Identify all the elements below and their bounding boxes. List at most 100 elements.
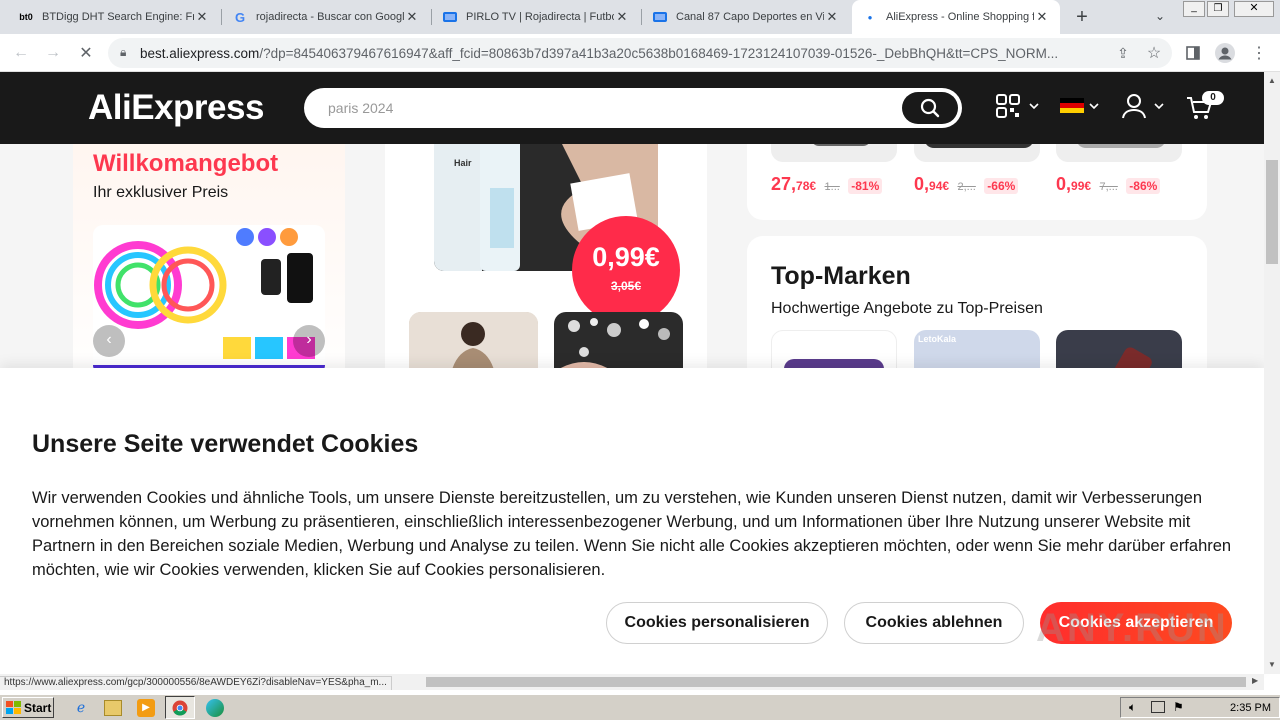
tab-btdigg[interactable]: bt0 BTDigg DHT Search Engine: Fre ✕: [8, 0, 220, 34]
deal-product-image[interactable]: [771, 144, 897, 162]
tab-search-chevron-down-icon[interactable]: ⌄: [1152, 9, 1168, 25]
aliexpress-logo[interactable]: AliExpress: [88, 88, 264, 128]
scroll-down-arrow-icon[interactable]: ▼: [1268, 660, 1276, 669]
chrome-icon: [172, 700, 188, 716]
tab-pirlo[interactable]: PIRLO TV | Rojadirecta | Futbo ✕: [432, 0, 640, 34]
share-icon[interactable]: ⇪: [1112, 42, 1134, 64]
cookie-title: Unsere Seite verwendet Cookies: [32, 430, 419, 458]
discount-badge: -66%: [984, 178, 1019, 194]
germany-flag-icon[interactable]: [1060, 98, 1100, 121]
tab-title: BTDigg DHT Search Engine: Fre: [42, 11, 194, 23]
address-bar[interactable]: 🔒︎ best.aliexpress.com/?dp=8454063794676…: [108, 38, 1172, 68]
tab-google[interactable]: G rojadirecta - Buscar con Googl ✕: [222, 0, 430, 34]
carousel-next-arrow-icon[interactable]: ›: [293, 325, 325, 357]
tab-title: rojadirecta - Buscar con Googl: [256, 11, 404, 23]
welcome-subtitle: Ihr exklusiver Preis: [93, 184, 229, 201]
lock-icon: 🔒︎: [120, 45, 127, 59]
cookie-consent-banner: Unsere Seite verwendet Cookies Wir verwe…: [0, 368, 1264, 674]
file-explorer-icon[interactable]: [104, 700, 122, 716]
google-favicon-icon: G: [234, 9, 246, 25]
brand-label: LetoKala: [918, 334, 957, 344]
internet-explorer-icon[interactable]: ℯ: [72, 699, 90, 717]
cookie-text: Wir verwenden Cookies und ähnliche Tools…: [32, 489, 1232, 579]
scrollbar-thumb[interactable]: [1266, 160, 1278, 264]
brand-product-image[interactable]: [1056, 330, 1182, 368]
search-input[interactable]: paris 2024: [304, 88, 962, 128]
close-tab-icon[interactable]: ✕: [404, 9, 420, 25]
aliexpress-header: AliExpress paris 2024 0: [0, 72, 1264, 144]
search-button[interactable]: [902, 92, 958, 124]
nail-decor-product-thumbnail[interactable]: [554, 312, 683, 368]
side-panel-icon[interactable]: [1182, 42, 1204, 64]
qr-code-icon[interactable]: [996, 94, 1040, 125]
close-tab-icon[interactable]: ✕: [614, 9, 630, 25]
deal-item[interactable]: 0,94€ 2,... -66%: [914, 174, 1019, 195]
welcome-title: Willkomangebot: [93, 150, 279, 177]
deal-price-decimals: 78€: [796, 179, 817, 193]
loading-favicon-icon: ●: [867, 12, 873, 22]
close-tab-icon[interactable]: ✕: [194, 9, 210, 25]
back-arrow-icon[interactable]: ←: [10, 42, 32, 64]
tab-title: Canal 87 Capo Deportes en Vi: [676, 11, 824, 23]
close-tab-icon[interactable]: ✕: [824, 9, 840, 25]
action-center-flag-icon[interactable]: ⚑: [1173, 700, 1184, 714]
edge-icon[interactable]: [206, 699, 224, 717]
deal-item[interactable]: 0,99€ 7,... -86%: [1056, 174, 1161, 195]
new-tab-button[interactable]: +: [1072, 7, 1092, 27]
brand-product-image[interactable]: LetoKala: [914, 330, 1040, 368]
deal-price-main: 0,: [914, 174, 930, 194]
carousel-prev-arrow-icon[interactable]: ‹: [93, 325, 125, 357]
tab-canal87[interactable]: Canal 87 Capo Deportes en Vi ✕: [642, 0, 850, 34]
chrome-taskbar-button[interactable]: [165, 696, 195, 719]
start-button[interactable]: Start: [2, 697, 54, 718]
h-scrollbar-thumb[interactable]: [426, 677, 1246, 687]
network-icon[interactable]: [1151, 701, 1165, 713]
scroll-right-arrow-icon[interactable]: ▶: [1252, 676, 1258, 685]
bookmark-star-icon[interactable]: ☆: [1143, 42, 1165, 64]
cookies-decline-button[interactable]: Cookies ablehnen: [844, 602, 1024, 644]
deals-card: 27,78€ 1... -81% 0,94€ 2,... -66% 0,99€ …: [747, 144, 1207, 220]
led-strip-product-image[interactable]: ‹ ›: [93, 225, 325, 368]
browser-toolbar: ← → ✕ 🔒︎ best.aliexpress.com/?dp=8454063…: [0, 34, 1280, 72]
volume-icon[interactable]: 🔈︎: [1129, 700, 1136, 715]
profile-avatar-icon[interactable]: [1214, 42, 1236, 64]
super-deal-card[interactable]: Hair 0,99€ 3,05€: [385, 144, 707, 368]
deal-item[interactable]: 27,78€ 1... -81%: [771, 174, 883, 195]
price-badge: 0,99€ 3,05€: [572, 216, 680, 324]
deal-product-image[interactable]: [914, 144, 1040, 162]
btdigg-favicon-icon: bt0: [19, 12, 33, 22]
tab-aliexpress[interactable]: ● AliExpress - Online Shopping fo ✕: [852, 0, 1060, 34]
product-brand-label: Hair: [454, 158, 472, 168]
user-account-icon[interactable]: [1122, 94, 1166, 125]
deal-product-image[interactable]: [1056, 144, 1182, 162]
tab-title: PIRLO TV | Rojadirecta | Futbo: [466, 11, 614, 23]
forward-arrow-icon[interactable]: →: [42, 42, 64, 64]
restore-button[interactable]: ❐: [1207, 1, 1229, 17]
close-tab-icon[interactable]: ✕: [1034, 9, 1050, 25]
tv-favicon-icon: [442, 9, 458, 25]
clock-time[interactable]: 2:35 PM: [1230, 702, 1271, 714]
deal-price-main: 27,: [771, 174, 797, 194]
deal-price: 0,99€: [592, 242, 660, 272]
stop-loading-icon[interactable]: ✕: [75, 42, 97, 64]
close-window-button[interactable]: ✕: [1234, 1, 1274, 17]
search-placeholder: paris 2024: [328, 100, 394, 116]
media-player-icon[interactable]: ▶: [137, 699, 155, 717]
deal-price-decimals: 94€: [929, 179, 950, 193]
cart-count-badge: 0: [1202, 91, 1224, 105]
url-host: best.aliexpress.com: [140, 45, 260, 61]
top-brands-card[interactable]: Top-Marken Hochwertige Angebote zu Top-P…: [747, 236, 1207, 368]
start-label: Start: [24, 700, 52, 715]
deal-price-decimals: 99€: [1071, 179, 1092, 193]
brand-product-image[interactable]: [771, 330, 897, 368]
kebab-menu-icon[interactable]: ⋮: [1248, 42, 1270, 64]
scroll-up-arrow-icon[interactable]: ▲: [1268, 76, 1276, 85]
deal-old-price: 1...: [824, 181, 840, 193]
welcome-offer-card[interactable]: Willkomangebot Ihr exklusiver Preis ‹ ›: [73, 144, 345, 368]
fashion-product-thumbnail[interactable]: [409, 312, 538, 368]
minimize-button[interactable]: _: [1183, 1, 1205, 17]
vertical-scrollbar[interactable]: ▲ ▼: [1264, 72, 1280, 674]
windows-logo-icon: [6, 700, 21, 714]
cookies-personalize-button[interactable]: Cookies personalisieren: [606, 602, 828, 644]
discount-badge: -81%: [848, 178, 883, 194]
